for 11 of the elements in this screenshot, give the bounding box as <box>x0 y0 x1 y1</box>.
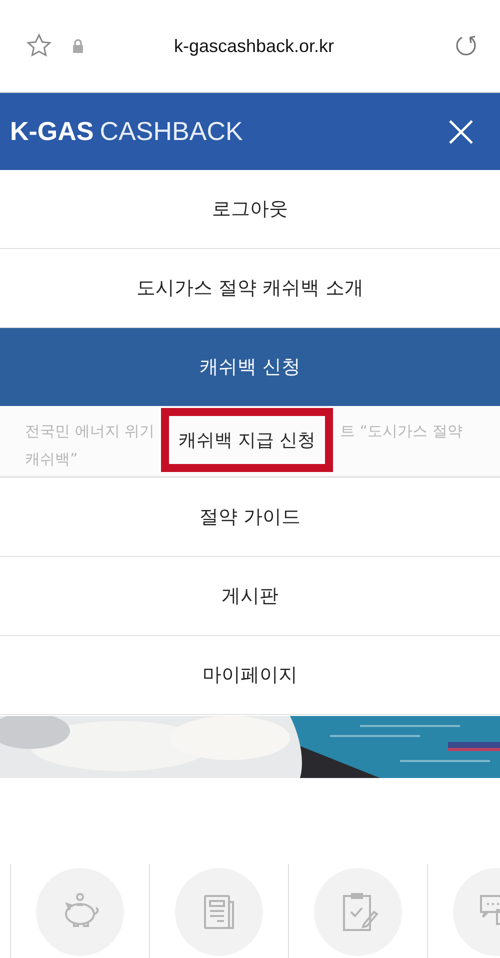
star-icon[interactable] <box>26 33 52 59</box>
faded-text: 트 “도시가스 절약 <box>340 421 462 441</box>
submenu-item[interactable]: 캐쉬백 지급 신청 <box>161 408 333 472</box>
faded-text: 캐쉬백” <box>25 449 78 469</box>
site-logo[interactable]: K-GAS CASHBACK <box>10 116 243 147</box>
reload-icon[interactable] <box>454 34 478 58</box>
faded-text: 전국민 에너지 위기 <box>25 421 155 441</box>
url-text[interactable]: k-gascashback.or.kr <box>84 36 424 56</box>
menu-item[interactable]: 캐쉬백 신청 <box>0 328 500 406</box>
close-icon[interactable] <box>448 118 474 144</box>
lock-icon <box>72 39 84 53</box>
